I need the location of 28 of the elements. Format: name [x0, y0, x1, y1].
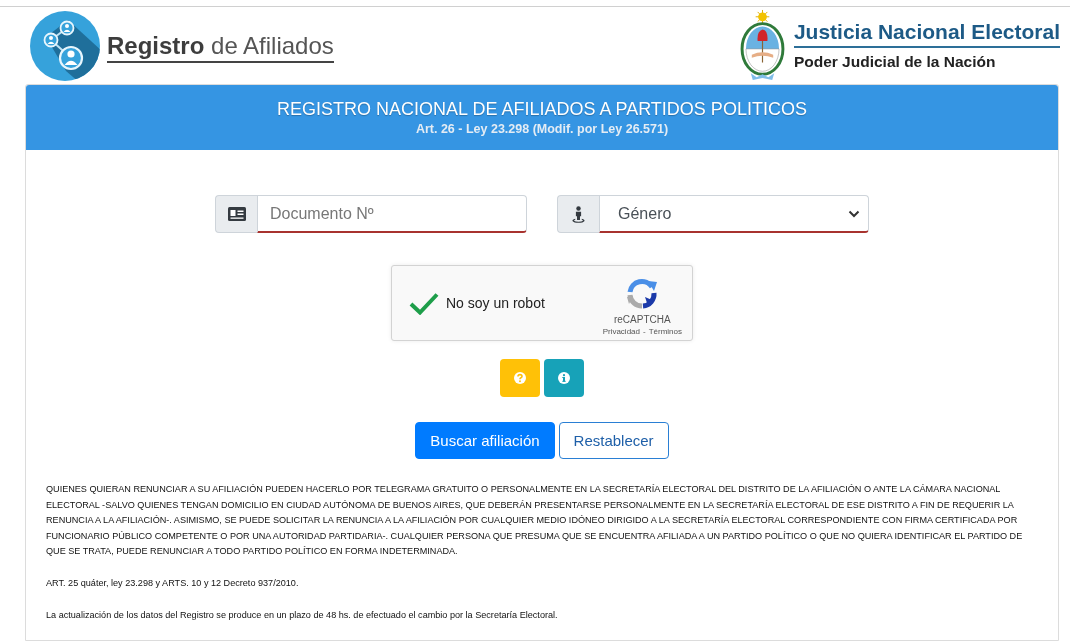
info-button[interactable]	[544, 359, 584, 397]
circular-arrows-icon	[626, 278, 659, 310]
id-card-icon	[227, 207, 246, 221]
notice-text: La actualización de los datos del Registro se produce en un plazo de 48 hs. de efectuado el cambio por la Secretaría Electoral.	[46, 609, 559, 622]
document-input[interactable]: Documento Nº	[257, 195, 527, 233]
people-network-icon	[30, 10, 100, 81]
institution-subtitle: Poder Judicial de la Nación	[793, 53, 996, 72]
question-icon	[514, 372, 526, 384]
panel-subtitle: Art. 26 - Ley 23.298 (Modif. por Ley 26.571)	[415, 122, 669, 137]
gender-select[interactable]: Género	[599, 195, 869, 233]
info-icon	[558, 372, 570, 384]
link-separator: -	[643, 327, 646, 336]
institution-title: Justicia Nacional Electoral	[793, 19, 1060, 49]
caret-icon	[848, 209, 860, 218]
captcha-link[interactable]: Términos	[648, 327, 682, 336]
notice-text: ART. 25 quáter, ley 23.298 y ARTS. 10 y 12 Decreto 937/2010.	[46, 577, 300, 590]
help-button[interactable]	[500, 359, 540, 397]
captcha-brand: reCAPTCHA	[613, 314, 671, 325]
emblem-icon	[738, 9, 786, 82]
logo-text: Registro de Afiliados	[107, 31, 334, 64]
notice-text: QUIENES QUIERAN RENUNCIAR A SU AFILIACIÓN PUEDEN HACERLO POR TELEGRAMA GRATUITO O PERSONALMENTE EN LA SECRETARÍA ELECTORAL DEL DISTRITO DE LA AFILIACIÓN O ANTE LA CÁMARA NACIONAL ELECTORAL -SALVO QUIENES TENGAN DOMICILIO EN CIUDAD AUTÓNOMA DE BUENOS AIRES, QUE DEBERÁN PRESENTARSE PERSONALMENTE EN LA SECRETARÍA ELECTORAL DE ESE DISTRITO A FIN DE REQUERIR LA RENUNCIA A LA AFILIACIÓN-. ASIMISMO, SE PUEDE SOLICITAR LA RENUNCIA A LA AFILIACIÓN POR CUALQUIER MEDIO IDÓNEO DIRIGIDO A LA SECRETARÍA ELECTORAL CORRESPONDIENTE CON FIRMA CERTIFICADA POR FUNCIONARIO PÚBLICO COMPETENTE O POR UNA AUTORIDAD PARTIDARIA-. CUALQUIER PERSONA QUE PRESUMA QUE SE ENCUENTRA AFILIADA A UN PARTIDO POLÍTICO O QUE NO QUIERA IDENTIFICAR EL PARTIDO DE QUE SE TRATA, PUEDE RENUNCIAR A TODO PARTIDO POLÍTICO EN FORMA INDETERMINADA.	[46, 483, 1024, 558]
captcha-link[interactable]: Privacidad	[602, 327, 640, 336]
search-button[interactable]: Buscar afiliación	[415, 422, 555, 459]
panel-title: REGISTRO NACIONAL DE AFILIADOS A PARTIDOS POLITICOS	[277, 98, 807, 121]
person-icon	[572, 205, 585, 223]
reset-button[interactable]: Restablecer	[558, 422, 669, 459]
captcha-label: No soy un robot	[446, 295, 545, 311]
checkmark-icon[interactable]	[409, 291, 439, 315]
